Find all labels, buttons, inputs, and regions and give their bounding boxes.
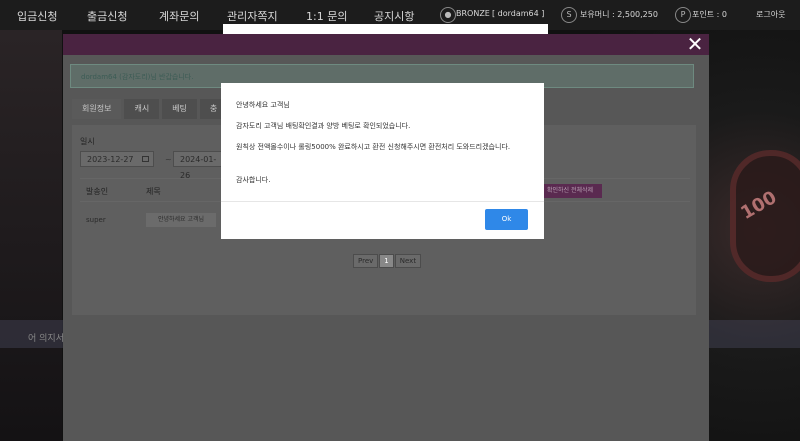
alert-dialog: 안녕하세요 고객님 감자도리 고객님 배팅확인결과 양방 베팅로 확인되었습니다… — [221, 83, 544, 239]
point-label: 포인트 : 0 — [692, 10, 727, 19]
dialog-message-1: 감자도리 고객님 배팅확인결과 양방 베팅로 확인되었습니다. — [236, 122, 411, 130]
column-sender: 발송인 — [86, 187, 109, 196]
calendar-icon[interactable] — [142, 156, 149, 162]
page-current[interactable]: 1 — [379, 254, 394, 268]
row-title-button[interactable]: 안녕하세요 고객님 — [146, 213, 216, 227]
username: [ dordam64 ] — [492, 9, 545, 18]
date-separator: ~ — [165, 155, 172, 164]
logout-link[interactable]: 로그아웃 — [756, 9, 785, 20]
delete-all-button[interactable]: 확인하신 전체삭제 — [538, 184, 602, 198]
level-icon: ● — [440, 7, 456, 23]
date-to-input[interactable]: 2024-01-26 — [173, 151, 223, 180]
close-icon[interactable]: ✕ — [686, 34, 704, 54]
dialog-greeting: 안녕하세요 고객님 — [236, 101, 290, 109]
row-sender: super — [86, 216, 106, 224]
date-label: 일시 — [80, 137, 95, 146]
point-icon: P — [675, 7, 691, 23]
mypage-tabs: 회원정보 캐시 베팅 충 — [72, 99, 228, 119]
tab-betting[interactable]: 베팅 — [162, 99, 197, 119]
money-icon: S — [561, 7, 577, 23]
dialog-divider — [221, 201, 544, 202]
nav-notice[interactable]: 공지시항 — [374, 8, 414, 24]
tab-cash[interactable]: 캐시 — [124, 99, 160, 119]
ok-button[interactable]: Ok — [485, 209, 528, 230]
nav-account-inquiry[interactable]: 계좌문의 — [159, 8, 199, 24]
dialog-message-2: 원칙상 전액몰수이나 롤링5000% 완료하시고 환전 신청해주시면 환전처리 … — [236, 143, 511, 151]
date-from-value: 2023-12-27 — [87, 155, 134, 164]
pagination: Prev 1 Next — [353, 254, 422, 268]
backdrop-left-art — [0, 30, 62, 441]
backdrop-stripe-text: 어 의지서 — [28, 334, 64, 344]
nav-admin-message[interactable]: 관리자쪽지 — [227, 8, 278, 24]
tab-member-info[interactable]: 회원정보 — [72, 99, 122, 119]
prev-button[interactable]: Prev — [353, 254, 379, 268]
window-header — [63, 34, 709, 55]
nav-deposit[interactable]: 입금신청 — [17, 8, 57, 24]
casino-chip-art — [730, 150, 800, 282]
dialog-thanks: 감사합니다. — [236, 176, 271, 184]
nav-withdraw[interactable]: 출금신청 — [87, 8, 127, 24]
next-button[interactable]: Next — [394, 254, 422, 268]
nav-one-to-one[interactable]: 1:1 문의 — [306, 8, 347, 24]
column-title: 제목 — [146, 187, 161, 196]
money-label: 보유머니 : 2,500,250 — [580, 10, 658, 19]
user-badge: BRONZE — [456, 9, 490, 18]
popup-edge — [223, 24, 548, 34]
date-from-input[interactable]: 2023-12-27 — [80, 151, 154, 167]
